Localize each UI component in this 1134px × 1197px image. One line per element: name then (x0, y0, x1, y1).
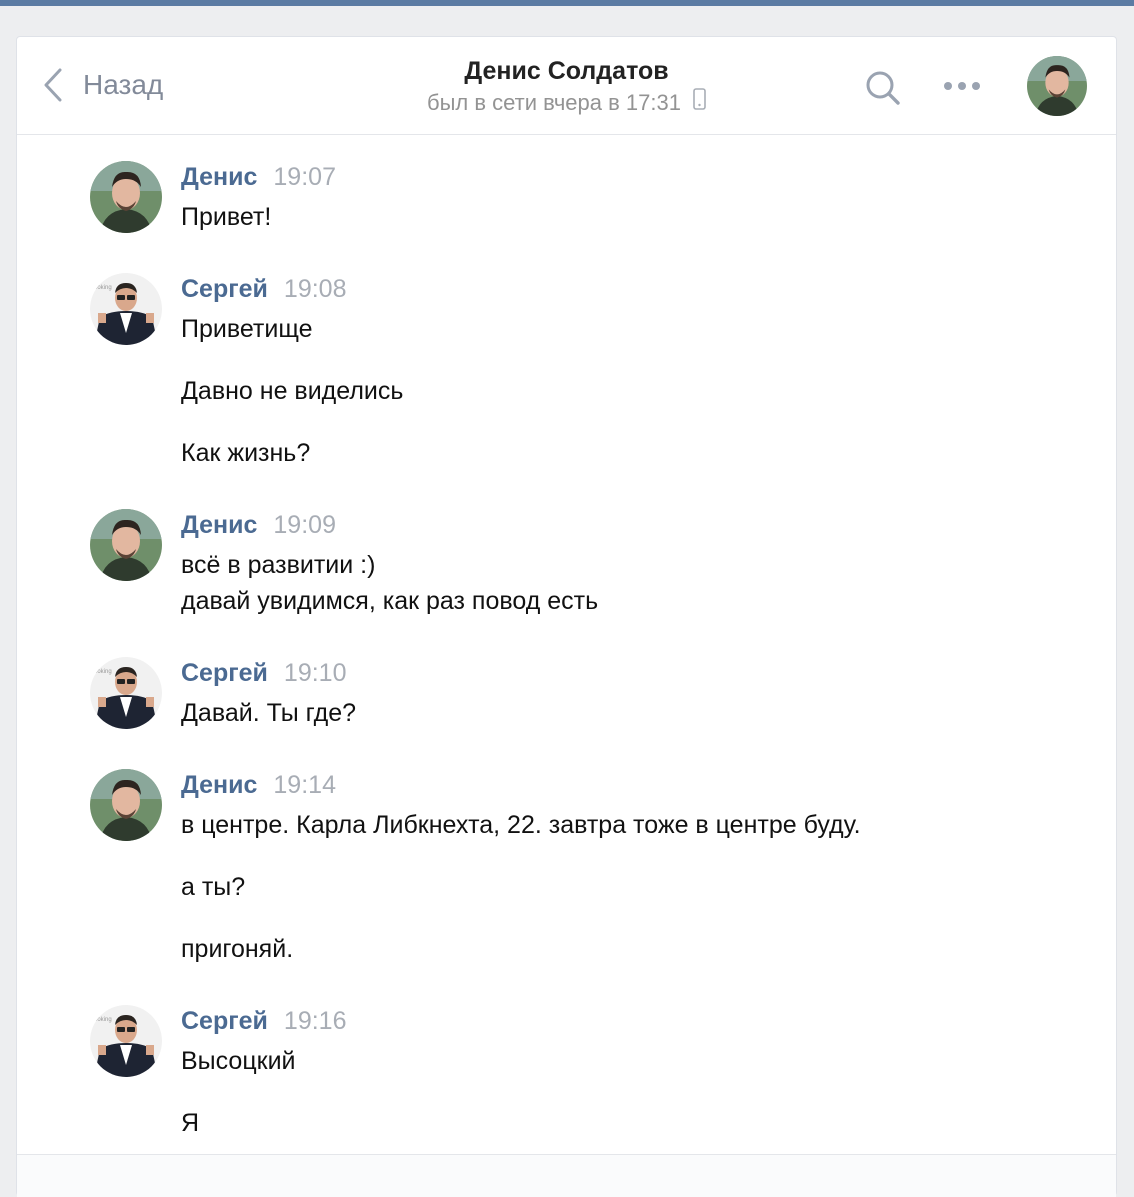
avatar-sergey[interactable]: ooking (90, 273, 162, 345)
message-text: пригоняй. (181, 935, 294, 963)
message-body: Сергей 19:10 Давай. Ты где? (181, 659, 1081, 731)
composer-area[interactable] (17, 1155, 1116, 1197)
message-body: Сергей 19:16 Высоцкий Я (181, 1007, 1081, 1141)
message-text: Как жизнь? (181, 439, 311, 467)
message-time[interactable]: 19:10 (284, 659, 347, 688)
message-text: Я (181, 1109, 200, 1137)
avatar-sergey[interactable]: ooking (90, 657, 162, 729)
message-time[interactable]: 19:08 (284, 275, 347, 304)
svg-text:ooking: ooking (94, 285, 112, 291)
chat-header: Назад Денис Солдатов был в сети вчера в … (17, 37, 1116, 135)
contact-avatar[interactable] (1027, 56, 1087, 116)
message-time[interactable]: 19:09 (273, 511, 336, 540)
author-name[interactable]: Сергей (181, 1007, 268, 1036)
message-text: Приветище (181, 315, 313, 343)
message-body: Денис 19:07 Привет! (181, 163, 1081, 235)
message-body: Денис 19:09 всё в развитии :) давай увид… (181, 511, 1081, 619)
message-body: Сергей 19:08 Приветище Давно не виделись… (181, 275, 1081, 471)
more-options-icon[interactable] (942, 77, 982, 100)
message-text: а ты? (181, 873, 246, 901)
message-meta: Сергей 19:16 (181, 1007, 1081, 1043)
author-name[interactable]: Денис (181, 511, 257, 540)
message-time[interactable]: 19:14 (273, 771, 336, 800)
author-name[interactable]: Сергей (181, 275, 268, 304)
author-name[interactable]: Сергей (181, 659, 268, 688)
message-text: Высоцкий (181, 1047, 296, 1075)
message-text: Привет! (181, 203, 272, 231)
avatar-sergey[interactable]: ooking (90, 1005, 162, 1077)
message-body: Денис 19:14 в центре. Карла Либкнехта, 2… (181, 771, 1081, 967)
message-text: всё в развитии :) (181, 551, 376, 579)
avatar-denis[interactable] (90, 161, 162, 233)
message-text: Давай. Ты где? (181, 699, 357, 727)
chat-panel: Назад Денис Солдатов был в сети вчера в … (16, 36, 1117, 1197)
message-text: в центре. Карла Либкнехта, 22. завтра то… (181, 811, 861, 839)
message-meta: Денис 19:07 (181, 163, 1081, 199)
svg-text:ooking: ooking (94, 1017, 112, 1023)
top-navigation-strip (0, 0, 1134, 6)
message-meta: Сергей 19:10 (181, 659, 1081, 695)
online-status-text: был в сети вчера в 17:31 (427, 90, 681, 115)
online-status: был в сети вчера в 17:31 (427, 87, 706, 119)
message-meta: Денис 19:09 (181, 511, 1081, 547)
message-meta: Сергей 19:08 (181, 275, 1081, 311)
svg-text:ooking: ooking (94, 669, 112, 675)
avatar-denis[interactable] (90, 509, 162, 581)
avatar-denis[interactable] (90, 769, 162, 841)
mobile-phone-icon (693, 87, 706, 119)
message-text: Давно не виделись (181, 377, 404, 405)
message-meta: Денис 19:14 (181, 771, 1081, 807)
search-icon[interactable] (865, 70, 901, 111)
message-time[interactable]: 19:07 (273, 163, 336, 192)
author-name[interactable]: Денис (181, 163, 257, 192)
message-text: давай увидимся, как раз повод есть (181, 587, 599, 615)
message-time[interactable]: 19:16 (284, 1007, 347, 1036)
author-name[interactable]: Денис (181, 771, 257, 800)
